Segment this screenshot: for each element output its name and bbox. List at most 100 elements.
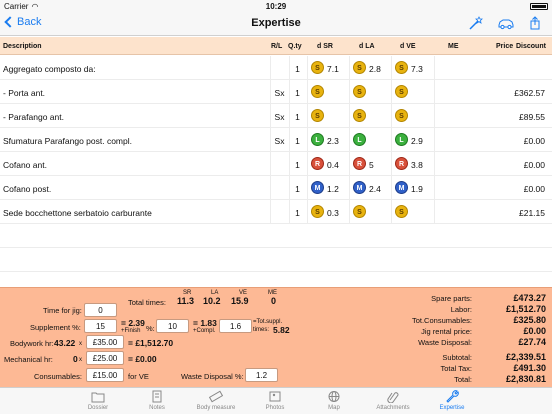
cell-divider xyxy=(391,128,392,152)
row-qty: 1 xyxy=(295,136,300,146)
waste-percent-input[interactable]: 1.2 xyxy=(245,368,278,382)
replace-icon: S xyxy=(311,205,324,218)
subtotal-value: £2,339.51 xyxy=(505,352,546,362)
tab-expertise[interactable]: Expertise xyxy=(422,390,482,411)
supplement-input[interactable]: 15 xyxy=(84,319,117,333)
row-description: Aggregato composto da: xyxy=(3,64,96,74)
cell-divider xyxy=(391,176,392,200)
time-for-jig-input[interactable]: 0 xyxy=(84,303,117,317)
tab-dossier[interactable]: Dossier xyxy=(68,390,128,411)
header-sr: d SR xyxy=(317,43,333,50)
row-price: £0.00 xyxy=(523,184,545,194)
cell-divider xyxy=(307,176,308,200)
percent-input[interactable]: 10 xyxy=(156,319,189,333)
cell-divider xyxy=(391,104,392,128)
row-sr-value: 2.3 xyxy=(327,136,339,146)
row-sr-value: 0.4 xyxy=(327,160,339,170)
cell-divider xyxy=(434,152,435,176)
replace-icon: S xyxy=(395,205,408,218)
tab-body-measure[interactable]: Body measure xyxy=(186,390,246,411)
cell-divider xyxy=(391,56,392,80)
tot-suppl-input[interactable]: 1.6 xyxy=(219,319,252,333)
spare-parts-label: Spare parts: xyxy=(431,294,472,303)
tab-attachments[interactable]: Attachments xyxy=(363,390,423,411)
cell-divider xyxy=(349,128,350,152)
magic-wand-icon[interactable] xyxy=(468,16,484,30)
repair-icon: R xyxy=(353,157,366,170)
me-total: 0 xyxy=(271,296,277,306)
tab-label: Map xyxy=(328,405,340,411)
header-rl: R/L xyxy=(271,43,283,50)
ruler-icon xyxy=(209,390,223,403)
cell-divider xyxy=(349,56,350,80)
cell-divider xyxy=(349,176,350,200)
tab-label: Photos xyxy=(265,405,285,411)
total-value: £2,830.81 xyxy=(505,374,546,384)
table-row[interactable]: Sede bocchettone serbatoio carburante 1 £2… xyxy=(0,200,552,224)
cell-divider xyxy=(434,104,435,128)
cell-divider xyxy=(391,200,392,224)
mechanical-multiply: x xyxy=(79,357,82,363)
tot-consumables-value: £325.80 xyxy=(513,315,546,325)
header-discount: Discount xyxy=(516,43,546,50)
row-price: £89.55 xyxy=(519,112,545,122)
cell-divider xyxy=(434,80,435,104)
empty-row xyxy=(0,224,552,248)
cell-divider xyxy=(391,80,392,104)
replace-icon: S xyxy=(311,61,324,74)
row-ve-value: 7.3 xyxy=(411,64,423,74)
header-description: Description xyxy=(3,43,42,50)
table-header: Description R/L Q.ty d SR d LA d VE ME P… xyxy=(0,37,552,55)
car-icon[interactable] xyxy=(498,16,514,30)
tab-photos[interactable]: Photos xyxy=(245,390,305,411)
replace-icon: S xyxy=(353,61,366,74)
la-total: 10.2 xyxy=(203,296,221,306)
tab-map[interactable]: Map xyxy=(304,390,364,411)
table-row[interactable]: Cofano post. 1 £0.00 M 1.2 M 2.4 M 1.9 xyxy=(0,176,552,200)
cell-divider xyxy=(434,128,435,152)
paint-icon: L xyxy=(311,133,324,146)
finish-value: = 2.39 xyxy=(121,318,145,328)
cell-divider xyxy=(349,80,350,104)
compl-label: +Compl. xyxy=(193,328,216,334)
replace-icon: S xyxy=(311,85,324,98)
photos-icon xyxy=(269,391,281,402)
cell-divider xyxy=(270,152,271,176)
row-rl: Sx xyxy=(274,112,285,122)
times-label: times: xyxy=(253,327,270,333)
share-icon[interactable] xyxy=(528,16,544,30)
consumables-input[interactable]: £15.00 xyxy=(86,368,124,382)
table-row[interactable]: - Parafango ant. Sx 1 £89.55 S S S xyxy=(0,104,552,128)
tab-label: Notes xyxy=(149,405,165,411)
table-row[interactable]: Sfumatura Parafango post. compl. Sx 1 £0.00… xyxy=(0,128,552,152)
table-row[interactable]: Cofano ant. 1 £0.00 R 0.4 R 5 R 3.8 xyxy=(0,152,552,176)
bodywork-total: = £1,512.70 xyxy=(128,338,174,348)
times-value: 5.82 xyxy=(273,325,290,335)
row-price: £21.15 xyxy=(519,208,545,218)
bodywork-rate-input[interactable]: £35.00 xyxy=(86,335,124,349)
replace-icon: S xyxy=(353,109,366,122)
waste-label: Waste Disposal: xyxy=(418,338,472,347)
table-row[interactable]: - Porta ant. Sx 1 £362.57 S S S xyxy=(0,80,552,104)
percent-label: %: xyxy=(146,324,155,333)
table-row[interactable]: Aggregato composto da: 1 S 7.1 S 2.8 S 7.3 xyxy=(0,56,552,80)
waste-percent-label: Waste Disposal %: xyxy=(181,372,244,381)
cell-divider xyxy=(349,104,350,128)
total-tax-value: £491.30 xyxy=(513,363,546,373)
cell-divider xyxy=(391,152,392,176)
row-description: - Parafango ant. xyxy=(3,112,64,122)
cell-divider xyxy=(307,200,308,224)
for-ve-label: for VE xyxy=(128,372,149,381)
header-qty: Q.ty xyxy=(288,43,302,50)
mount-icon: M xyxy=(353,181,366,194)
globe-icon xyxy=(328,391,340,402)
paperclip-icon xyxy=(387,392,399,403)
cell-divider xyxy=(349,152,350,176)
status-bar: Carrier ◠ 10:29 xyxy=(0,0,552,12)
cell-divider xyxy=(307,80,308,104)
tab-notes[interactable]: Notes xyxy=(127,390,187,411)
mechanical-rate-input[interactable]: £25.00 xyxy=(86,351,124,365)
tab-label: Expertise xyxy=(439,405,465,411)
row-description: - Porta ant. xyxy=(3,88,46,98)
mechanical-total: = £0.00 xyxy=(128,354,157,364)
